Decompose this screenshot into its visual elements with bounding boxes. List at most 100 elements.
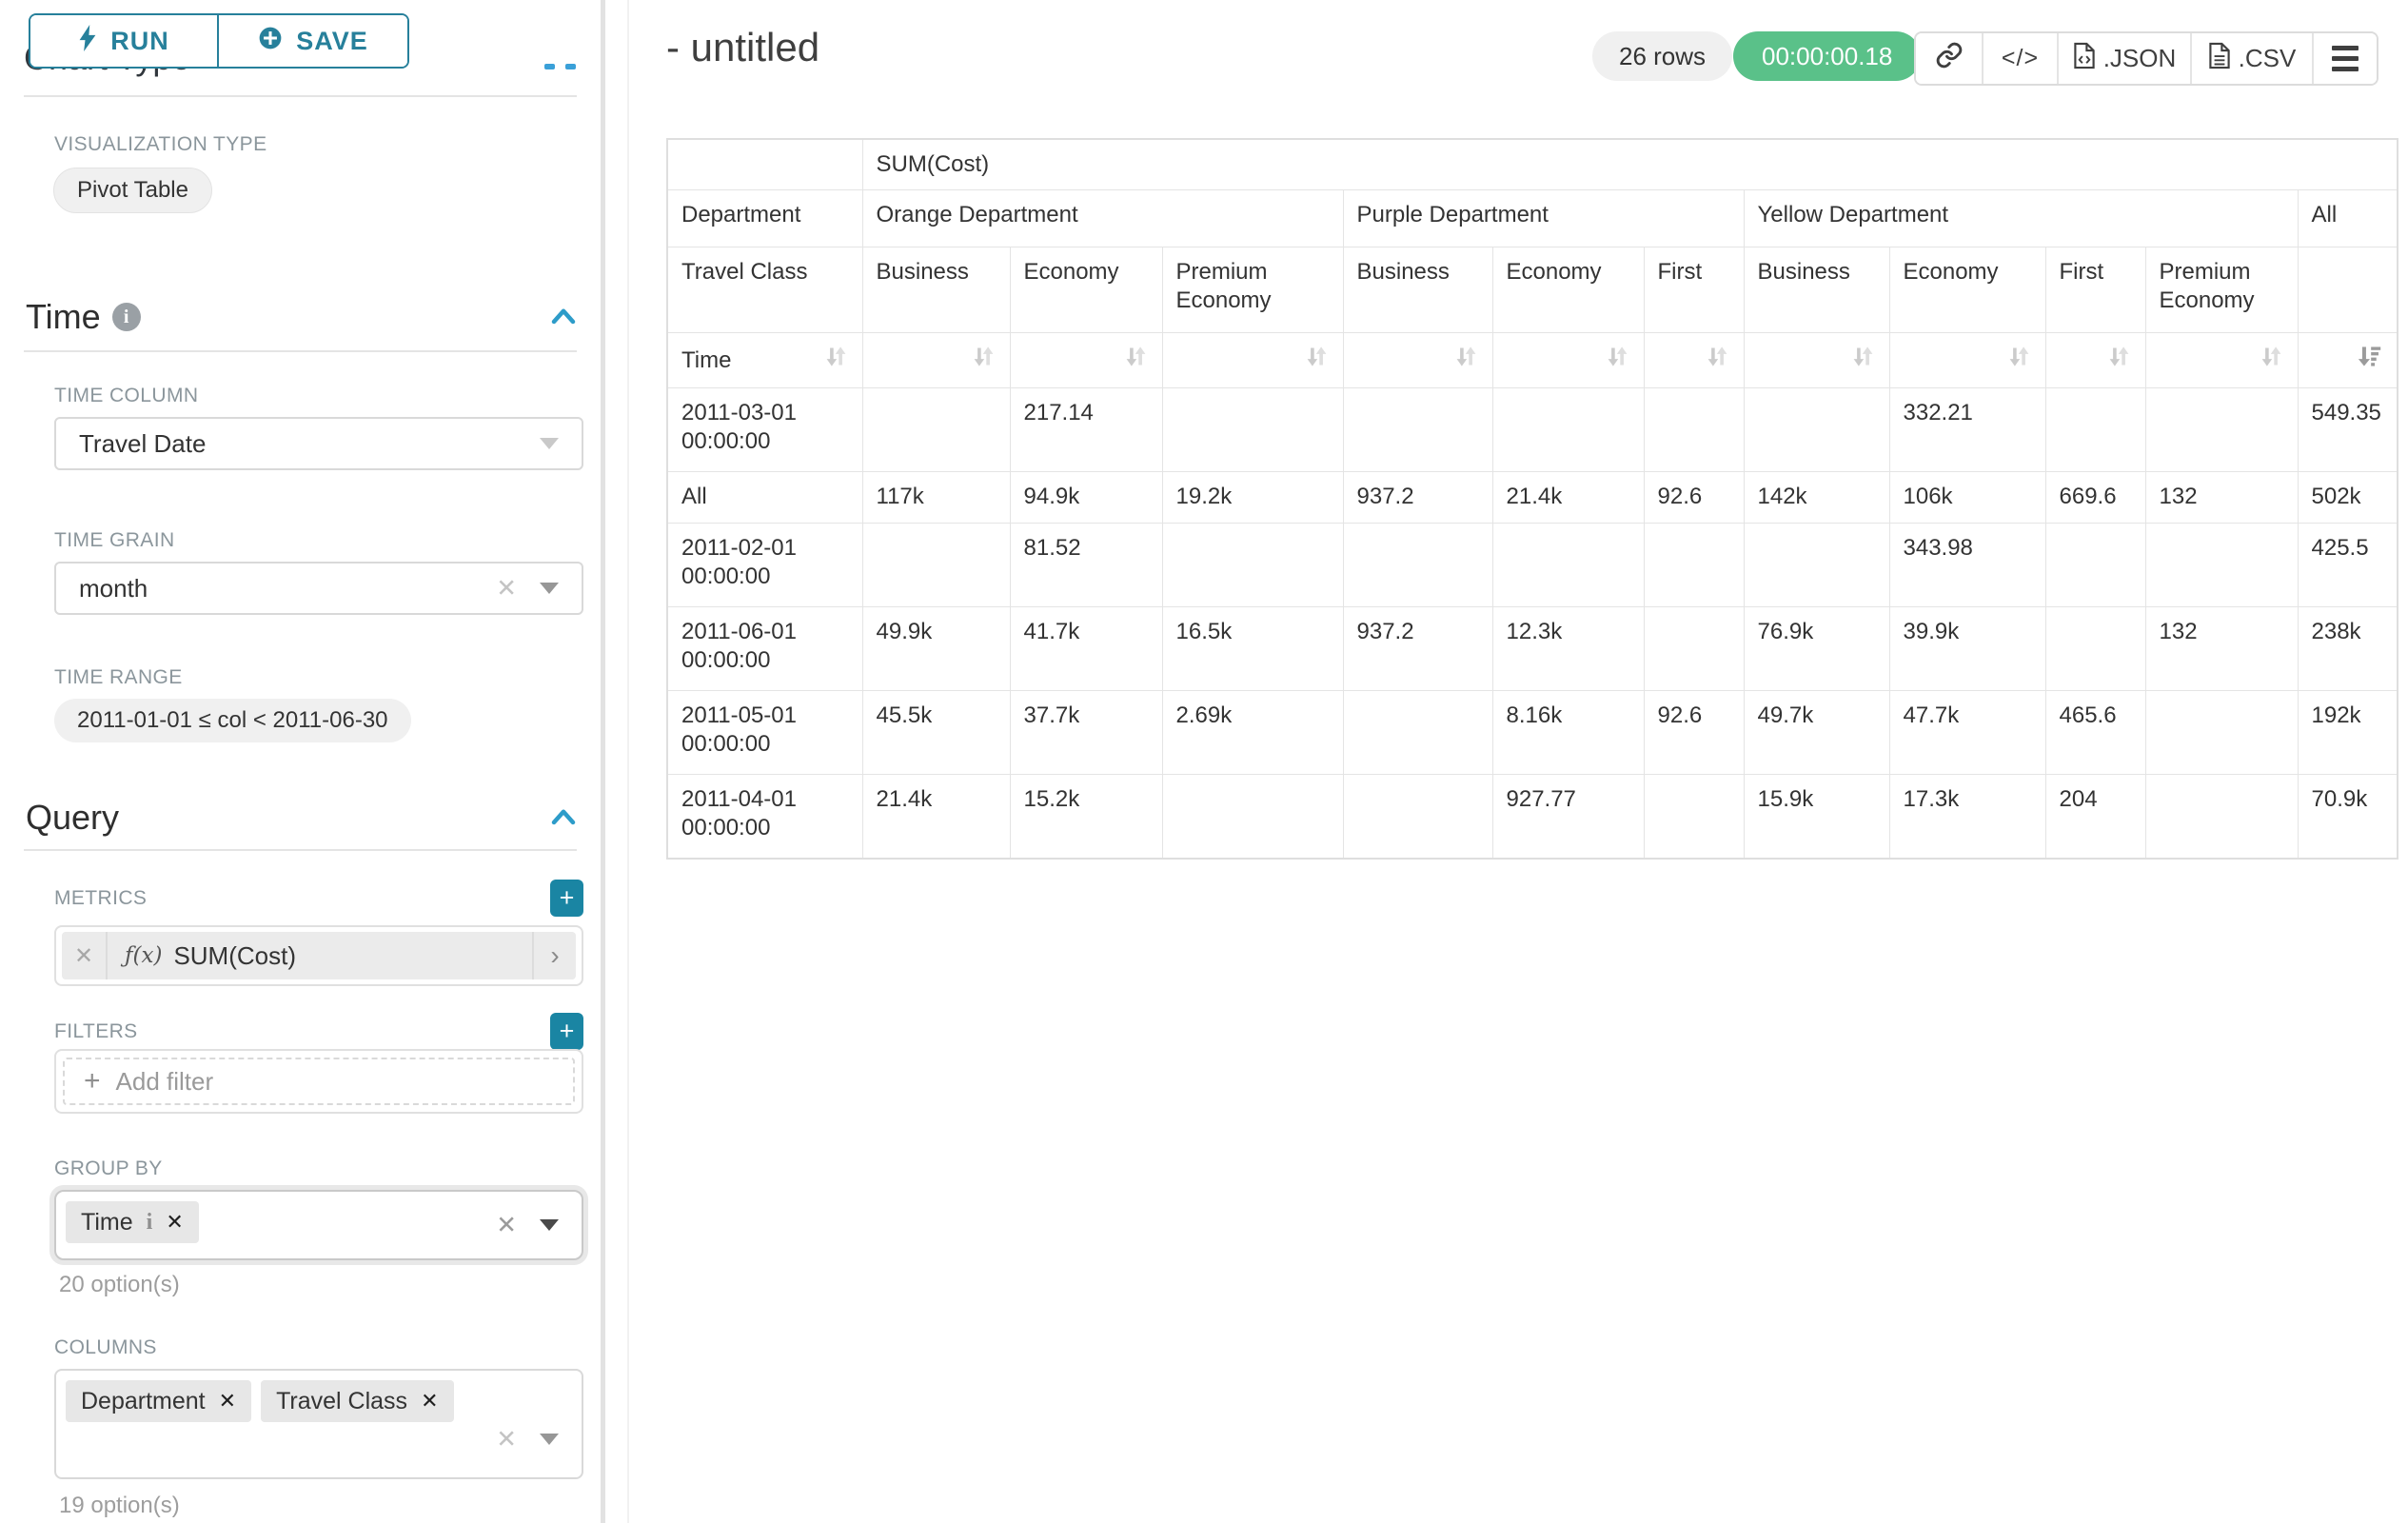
metric-main: ƒ(x) SUM(Cost) [108, 932, 532, 979]
clear-icon[interactable]: ✕ [496, 574, 517, 603]
sort-icon[interactable] [1453, 344, 1479, 377]
view-query-button[interactable]: </> [1982, 33, 2057, 84]
pivot-value-cell [1492, 388, 1644, 472]
add-filter-dropzone[interactable]: + Add filter [63, 1058, 575, 1105]
pivot-value-cell: 49.9k [862, 607, 1010, 691]
sort-icon[interactable] [1605, 344, 1630, 377]
pivot-sort-header[interactable] [1644, 333, 1744, 388]
pivot-class-header [2298, 247, 2398, 333]
time-grain-select[interactable]: month ✕ [54, 562, 583, 615]
time-section-header[interactable]: Time i [26, 297, 578, 337]
columns-chip-travel-class[interactable]: Travel Class ✕ [261, 1380, 453, 1422]
pivot-sort-header[interactable] [862, 333, 1010, 388]
pivot-value-cell: 81.52 [1010, 524, 1162, 607]
sort-icon[interactable] [1304, 344, 1330, 377]
columns-select[interactable]: Department ✕ Travel Class ✕ ✕ [54, 1369, 583, 1479]
share-link-button[interactable] [1916, 33, 1982, 84]
remove-chip-icon[interactable]: ✕ [166, 1210, 183, 1235]
sort-icon[interactable] [1705, 344, 1730, 377]
pivot-sort-header[interactable] [1162, 333, 1343, 388]
info-icon: i [112, 303, 141, 331]
pivot-group-header: Orange Department [862, 190, 1343, 247]
chevron-right-icon[interactable]: › [532, 932, 576, 979]
pivot-value-cell: 39.9k [1889, 607, 2045, 691]
pivot-data-row: 2011-04-01 00:00:0021.4k15.2k927.7715.9k… [667, 775, 2398, 859]
more-menu-button[interactable] [2312, 33, 2377, 84]
pivot-value-cell [2145, 524, 2298, 607]
sidebar-scrollbar[interactable] [601, 0, 605, 1523]
sort-desc-active-icon[interactable] [2356, 344, 2383, 377]
pivot-value-cell: 927.77 [1492, 775, 1644, 859]
sort-icon[interactable] [1123, 344, 1149, 377]
remove-chip-icon[interactable]: ✕ [219, 1389, 236, 1414]
pivot-value-cell: 92.6 [1644, 691, 1744, 775]
chip-label: Time [81, 1209, 133, 1236]
filters-label: FILTERS [54, 1020, 138, 1043]
pivot-value-cell: 669.6 [2045, 472, 2145, 524]
pivot-sort-header[interactable] [2045, 333, 2145, 388]
pivot-value-cell [1343, 691, 1492, 775]
export-csv-button[interactable]: .CSV [2190, 33, 2312, 84]
columns-chip-department[interactable]: Department ✕ [66, 1380, 251, 1422]
sort-icon[interactable] [2106, 344, 2132, 377]
metric-chip[interactable]: ✕ ƒ(x) SUM(Cost) › [62, 932, 576, 979]
clear-icon[interactable]: ✕ [496, 1425, 517, 1454]
hamburger-icon [2332, 46, 2359, 71]
add-filter-placeholder: Add filter [116, 1067, 214, 1097]
query-section-title: Query [26, 798, 119, 838]
pivot-value-cell [2145, 388, 2298, 472]
pivot-value-cell [1744, 524, 1889, 607]
pivot-value-cell [862, 524, 1010, 607]
save-button[interactable]: SAVE [219, 15, 407, 67]
remove-chip-icon[interactable]: ✕ [421, 1389, 438, 1414]
pivot-class-header: Economy [1889, 247, 2045, 333]
add-filter-button[interactable]: + [550, 1013, 583, 1050]
run-button[interactable]: RUN [30, 15, 219, 67]
pivot-value-cell [2145, 775, 2298, 859]
pivot-value-cell: 37.7k [1010, 691, 1162, 775]
pivot-row-header: 2011-03-01 00:00:00 [667, 388, 862, 472]
add-metric-button[interactable]: + [550, 880, 583, 917]
pivot-value-cell: 70.9k [2298, 775, 2398, 859]
time-column-select[interactable]: Travel Date [54, 417, 583, 470]
pivot-value-cell: 117k [862, 472, 1010, 524]
pivot-sort-header[interactable] [1010, 333, 1162, 388]
pivot-value-cell [1644, 607, 1744, 691]
metrics-field: ✕ ƒ(x) SUM(Cost) › [54, 925, 583, 986]
remove-metric-icon[interactable]: ✕ [62, 932, 108, 979]
pivot-sort-header[interactable] [2298, 333, 2398, 388]
pivot-data-row: 2011-06-01 00:00:0049.9k41.7k16.5k937.21… [667, 607, 2398, 691]
pivot-time-dim-label[interactable]: Time [667, 333, 862, 388]
pivot-class-header: First [1644, 247, 1744, 333]
clear-icon[interactable]: ✕ [496, 1211, 517, 1240]
pivot-sort-header[interactable] [1889, 333, 2045, 388]
pivot-value-cell [1162, 775, 1343, 859]
sort-icon[interactable] [971, 344, 997, 377]
info-icon[interactable]: i [147, 1210, 153, 1236]
pivot-group-header: All [2298, 190, 2398, 247]
group-by-chip-time[interactable]: Time i ✕ [66, 1201, 199, 1243]
export-json-button[interactable]: .JSON [2057, 33, 2190, 84]
sort-icon[interactable] [2259, 344, 2284, 377]
group-by-select[interactable]: Time i ✕ ✕ [54, 1190, 583, 1260]
pivot-class-header: First [2045, 247, 2145, 333]
chevron-down-icon [540, 1434, 559, 1445]
time-range-pill[interactable]: 2011-01-01 ≤ col < 2011-06-30 [54, 699, 411, 742]
sort-icon[interactable] [2006, 344, 2032, 377]
sort-icon[interactable] [1850, 344, 1876, 377]
visualization-type-pill[interactable]: Pivot Table [53, 168, 212, 213]
clipped-icon-fragment [544, 64, 555, 69]
pivot-value-cell: 425.5 [2298, 524, 2398, 607]
chevron-up-icon[interactable] [549, 804, 578, 831]
pivot-value-cell [2045, 388, 2145, 472]
pivot-sort-header[interactable] [2145, 333, 2298, 388]
export-csv-label: .CSV [2239, 44, 2297, 73]
chevron-up-icon[interactable] [549, 304, 578, 330]
pivot-sort-header[interactable] [1343, 333, 1492, 388]
pivot-sort-header[interactable] [1492, 333, 1644, 388]
query-section-header[interactable]: Query [26, 798, 578, 838]
pivot-sort-header[interactable] [1744, 333, 1889, 388]
filters-field: + Add filter [54, 1049, 583, 1114]
chart-title[interactable]: - untitled [666, 25, 819, 70]
sort-icon[interactable] [823, 344, 849, 377]
